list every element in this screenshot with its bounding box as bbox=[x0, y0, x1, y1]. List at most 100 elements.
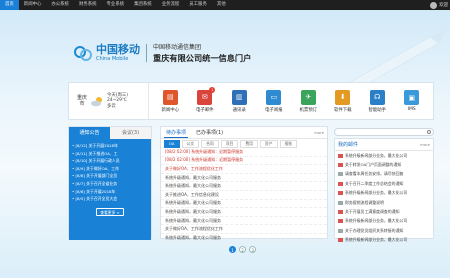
user-menu[interactable]: 欢迎 bbox=[430, 0, 448, 10]
tab-notices[interactable]: 通知公告 bbox=[69, 127, 110, 139]
nav-tab-group[interactable]: 集团系统 bbox=[129, 0, 157, 10]
quick-access-bar: 重庆 市 今天(周三) 24~29℃ 多云 ▤ 新闻中心 ✉ 1 电子邮件 ▥ 通讯录 ▭ 电子… bbox=[68, 82, 434, 120]
tab-done-label: 已办事项 bbox=[196, 130, 217, 136]
partly-cloudy-icon bbox=[91, 96, 103, 106]
logo-text-en: China Mobile bbox=[96, 56, 129, 62]
headset-icon: ☊ bbox=[369, 89, 385, 105]
filter-6[interactable]: 报账 bbox=[279, 139, 298, 148]
todo-text: [08/2 02:00] 系统升级通知：近期暂停服务 bbox=[165, 148, 244, 154]
mail-subject: 系统升级新闻部分业务，最大化公司 bbox=[345, 237, 408, 243]
download-icon: ⬇ bbox=[335, 89, 351, 105]
list-item[interactable]: • [8/10] 关于开展行政人员 bbox=[72, 157, 148, 165]
envelope-icon bbox=[338, 200, 343, 205]
mail-subject: 系统升级新闻部分业务，最大化公司 bbox=[345, 218, 408, 224]
table-row[interactable]: 系统升级通知，最大化公司服务 bbox=[161, 174, 327, 183]
table-row[interactable]: 关于做好OA、工作流程优化工作 bbox=[161, 225, 327, 234]
todo-filter-bar: OA 公文 合同 项目 费用 资产 报账 bbox=[161, 139, 327, 148]
tab-todo[interactable]: 待办事项 bbox=[164, 128, 189, 138]
avatar bbox=[430, 1, 438, 9]
mail-row[interactable]: 关于转发OA门户页面调整的通知 bbox=[335, 160, 433, 169]
mail-row[interactable]: 系统升级新闻部分业务，最大化公司 bbox=[335, 189, 433, 198]
app-newspaper[interactable]: ▤ 新闻中心 bbox=[155, 89, 185, 113]
top-nav-bar: 首页 新闻中心 办公系统 财务系统 专业系统 集团系统 业务流程 员工服务 其他… bbox=[0, 0, 450, 10]
more-link[interactable]: more bbox=[314, 130, 324, 135]
app-label: 机票预订 bbox=[299, 107, 318, 113]
mail-subject: 系统升级新闻部分业务，最大化公司 bbox=[345, 190, 408, 196]
list-item[interactable]: • [8/8] 关于开展部门全员 bbox=[72, 172, 148, 180]
mail-row[interactable]: 系统升级新闻部分业务，最大化公司 bbox=[335, 151, 433, 160]
todo-list: [08/2 02:00] 系统升级通知：近期暂停服务 [08/2 02:00] 系… bbox=[161, 148, 327, 243]
app-label: 智能助手 bbox=[368, 107, 387, 113]
mail-row[interactable]: 请查看本周任务安排，请尽快回复 bbox=[335, 170, 433, 179]
mail-row[interactable]: 系统升级新闻部分业务，最大化公司 bbox=[335, 236, 433, 245]
table-row[interactable]: 系统升级通知，最大化公司服务 bbox=[161, 234, 327, 243]
table-row[interactable]: 关于做好OA、工作流程优化工作 bbox=[161, 165, 327, 174]
list-item[interactable]: • [8/11] 关于推进OA、工 bbox=[72, 150, 148, 158]
table-row[interactable]: 系统升级通知，最大化公司服务 bbox=[161, 182, 327, 191]
envelope-icon bbox=[338, 228, 343, 233]
brand-header: 中国移动 China Mobile 中国移动通信集团 重庆有限公司统一信息门户 bbox=[72, 42, 251, 64]
filter-5[interactable]: 资产 bbox=[259, 139, 278, 148]
table-row[interactable]: 系统升级通知，最大化公司服务 bbox=[161, 217, 327, 226]
page-2-button[interactable]: 2 bbox=[239, 246, 246, 253]
logo-text-cn: 中国移动 bbox=[96, 43, 140, 56]
nav-tab-workflow[interactable]: 业务流程 bbox=[157, 0, 185, 10]
todo-text: 关于推进OA、工作信息化建设 bbox=[165, 191, 219, 197]
nav-tab-employee[interactable]: 员工服务 bbox=[184, 0, 212, 10]
tab-meetings[interactable]: 会议(3) bbox=[110, 127, 151, 139]
list-item[interactable]: • [8/5] 关于召开全员大会 bbox=[72, 195, 148, 203]
mail-row[interactable]: 关于召开二季度工作总结会的通知 bbox=[335, 179, 433, 188]
mail-row[interactable]: 系统升级新闻部分业务，最大化公司 bbox=[335, 217, 433, 226]
table-row[interactable]: 系统升级通知，最大化公司服务 bbox=[161, 200, 327, 209]
nav-tab-news[interactable]: 新闻中心 bbox=[19, 0, 47, 10]
tab-done[interactable]: 已办事项(1) bbox=[194, 128, 225, 137]
envelope-icon bbox=[338, 163, 343, 168]
app-mail[interactable]: ✉ 1 电子邮件 bbox=[190, 86, 220, 113]
mail-row[interactable]: 财务报销流程调整说明 bbox=[335, 198, 433, 207]
todo-text: 系统升级通知，最大化公司服务 bbox=[165, 174, 221, 180]
filter-3[interactable]: 项目 bbox=[220, 139, 239, 148]
monitor-icon: ▭ bbox=[266, 89, 282, 105]
view-more-button[interactable]: 查看更多 > bbox=[96, 207, 124, 216]
table-row[interactable]: 关于推进OA、工作信息化建设 bbox=[161, 191, 327, 200]
list-item[interactable]: • [8/6] 关于开展2018年 bbox=[72, 188, 148, 196]
filter-1[interactable]: 公文 bbox=[181, 139, 200, 148]
table-row[interactable]: [08/2 02:00] 系统升级通知：近期暂停服务 bbox=[161, 148, 327, 157]
todo-text: 系统升级通知，最大化公司服务 bbox=[165, 183, 221, 189]
envelope-icon bbox=[338, 210, 343, 215]
nav-tab-home[interactable]: 首页 bbox=[0, 0, 19, 10]
mail-row[interactable]: 关于开展员工满意度调查的通知 bbox=[335, 207, 433, 216]
table-row[interactable]: 系统升级通知，最大化公司服务 bbox=[161, 208, 327, 217]
search-icon[interactable] bbox=[427, 130, 431, 134]
list-item[interactable]: • [8/12] 关于开展2018年 bbox=[72, 142, 148, 150]
todo-text: 系统升级通知，最大化公司服务 bbox=[165, 234, 221, 240]
list-item[interactable]: • [8/7] 关于召开全省业务 bbox=[72, 180, 148, 188]
filter-2[interactable]: 合同 bbox=[201, 139, 219, 148]
weather-temp: 24~29℃ bbox=[107, 98, 127, 104]
nav-tab-office[interactable]: 办公系统 bbox=[46, 0, 74, 10]
todo-panel: 待办事项 已办事项(1) more OA 公文 合同 项目 费用 资产 报账 [08/2 0… bbox=[160, 126, 328, 243]
page-3-button[interactable]: 3 bbox=[249, 246, 256, 253]
app-address-book[interactable]: ▥ 通讯录 bbox=[224, 89, 254, 113]
list-item[interactable]: • [8/9] 关于做好OA、工作 bbox=[72, 165, 148, 173]
nav-tab-professional[interactable]: 专业系统 bbox=[102, 0, 130, 10]
mail-subject: 请查看本周任务安排，请尽快回复 bbox=[345, 171, 404, 177]
app-airplane[interactable]: ✈ 机票预订 bbox=[293, 89, 323, 113]
app-monitor[interactable]: ▭ 电子阅报 bbox=[259, 89, 289, 113]
app-download[interactable]: ⬇ 软件下载 bbox=[328, 89, 358, 113]
mail-row[interactable]: 关于办理党员组织关系转接的通知 bbox=[335, 226, 433, 235]
nav-tab-other[interactable]: 其他 bbox=[212, 0, 231, 10]
app-briefcase[interactable]: ▣ IMS bbox=[397, 90, 427, 112]
mail-more-link[interactable]: more bbox=[420, 142, 430, 147]
app-grid: ▤ 新闻中心 ✉ 1 电子邮件 ▥ 通讯录 ▭ 电子阅报 ✈ 机票预订 ⬇ 软件下载 ☊ 智能助手 ▣ IMS bbox=[149, 83, 433, 119]
app-headset[interactable]: ☊ 智能助手 bbox=[362, 89, 392, 113]
nav-tab-finance[interactable]: 财务系统 bbox=[74, 0, 102, 10]
filter-4[interactable]: 费用 bbox=[240, 139, 258, 148]
search-input[interactable] bbox=[334, 128, 434, 136]
mail-subject: 关于转发OA门户页面调整的通知 bbox=[345, 162, 402, 168]
brand-divider bbox=[146, 44, 147, 62]
page-1-button[interactable]: 1 bbox=[229, 246, 236, 253]
table-row[interactable]: [08/2 02:00] 系统升级通知：近期暂停服务 bbox=[161, 157, 327, 166]
filter-0[interactable]: OA bbox=[164, 139, 180, 148]
mail-panel: 我的邮件 more 系统升级新闻部分业务，最大化公司 关于转发OA门户页面调整的通… bbox=[334, 138, 434, 243]
